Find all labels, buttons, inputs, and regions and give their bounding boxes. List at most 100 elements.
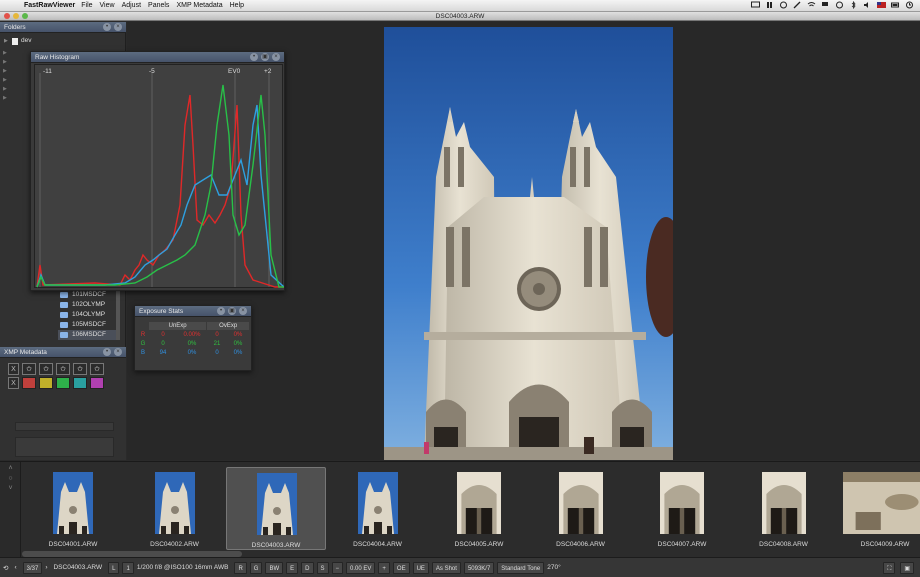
folder-row-selected[interactable]: 106MSDCF: [58, 330, 120, 340]
star-4-button[interactable]: ✩: [73, 363, 87, 375]
underexposure-button[interactable]: UE: [412, 561, 429, 574]
panel-close-icon[interactable]: ×: [272, 53, 280, 61]
star-5-button[interactable]: ✩: [90, 363, 104, 375]
xmp-title-field[interactable]: [15, 422, 114, 431]
menu-view[interactable]: View: [100, 2, 115, 9]
ev-minus-button[interactable]: −: [331, 561, 344, 574]
rotation-value[interactable]: 270°: [547, 564, 560, 571]
green-channel-button[interactable]: G: [249, 561, 263, 574]
panel-close-icon[interactable]: ×: [114, 348, 122, 356]
sync-icon[interactable]: [779, 1, 788, 9]
expand-triangle-icon[interactable]: ▶: [3, 50, 13, 59]
color-label-red[interactable]: [22, 377, 36, 389]
filmstrip-thumbnail[interactable]: DSC04006.ARW: [531, 467, 631, 550]
color-label-yellow[interactable]: [39, 377, 53, 389]
expand-triangle-icon[interactable]: ▶: [3, 95, 13, 104]
ev-value[interactable]: 0.00 EV: [346, 561, 376, 574]
panel-close-icon[interactable]: ×: [114, 23, 122, 31]
filmstrip-thumbnail[interactable]: DSC04005.ARW: [429, 467, 529, 550]
star-1-button[interactable]: ✩: [22, 363, 36, 375]
bluetooth-icon[interactable]: [849, 1, 858, 9]
reject-button[interactable]: X: [8, 363, 19, 375]
panel-float-icon[interactable]: ▣: [261, 53, 269, 61]
menu-panels[interactable]: Panels: [148, 2, 169, 9]
ev-plus-button[interactable]: +: [378, 561, 390, 574]
panel-options-icon[interactable]: •: [250, 53, 258, 61]
wb-value[interactable]: 5093K/7: [463, 561, 495, 574]
folder-row[interactable]: 104OLYMP: [58, 310, 120, 320]
exposure-stats-panel[interactable]: Exposure Stats • ▣ × UnExp OvExp R 0 0.0…: [134, 305, 252, 371]
overexposure-button[interactable]: OE: [392, 561, 410, 574]
expand-triangle-icon[interactable]: ▶: [3, 59, 13, 68]
tone-curve-select[interactable]: Standard Tone: [497, 561, 545, 574]
panel-float-icon[interactable]: ▣: [228, 307, 236, 315]
pause-icon[interactable]: [765, 1, 774, 9]
filmstrip-thumbnail[interactable]: DSC04002.ARW: [125, 467, 225, 550]
e-button[interactable]: E: [286, 561, 299, 574]
menu-adjust[interactable]: Adjust: [122, 2, 141, 9]
white-balance-select[interactable]: As Shot: [431, 561, 461, 574]
filmstrip-thumbnail[interactable]: DSC04003.ARW: [226, 467, 326, 550]
main-photo[interactable]: [384, 27, 673, 460]
filmstrip-thumbnail[interactable]: DSC04001.ARW: [23, 467, 123, 550]
layout-icon[interactable]: ▣: [900, 562, 914, 574]
folder-row-root[interactable]: ▶ dev: [4, 36, 122, 46]
color-label-teal[interactable]: [73, 377, 87, 389]
raw-histogram-panel[interactable]: Raw Histogram • ▣ × -11 -5 EV0 +2: [30, 51, 285, 291]
filmstrip-toggle-icon[interactable]: ○: [0, 475, 21, 482]
language-flag-icon[interactable]: [877, 1, 886, 9]
volume-icon[interactable]: [863, 1, 872, 9]
rotate-left-icon[interactable]: ⟲: [3, 564, 8, 572]
channel-button-2[interactable]: 1: [122, 561, 134, 574]
clock-time-icon[interactable]: [905, 1, 914, 9]
menu-help[interactable]: Help: [230, 2, 244, 9]
panel-options-icon[interactable]: •: [103, 348, 111, 356]
folder-row[interactable]: 102OLYMP: [58, 300, 120, 310]
exposure-stats-header[interactable]: Exposure Stats • ▣ ×: [135, 306, 251, 317]
menu-file[interactable]: File: [81, 2, 92, 9]
filmstrip-collapse-icon[interactable]: ˄: [0, 465, 21, 472]
folder-row[interactable]: 101MSDCF: [58, 290, 120, 300]
expand-triangle-icon[interactable]: ▶: [4, 36, 12, 46]
star-3-button[interactable]: ✩: [56, 363, 70, 375]
histogram-panel-header[interactable]: Raw Histogram • ▣ ×: [31, 52, 284, 63]
prev-image-button[interactable]: ‹: [14, 564, 16, 571]
wifi-icon[interactable]: [807, 1, 816, 9]
bw-button[interactable]: BW: [265, 561, 284, 574]
pen-icon[interactable]: [793, 1, 802, 9]
s-button[interactable]: S: [316, 561, 329, 574]
xmp-description-field[interactable]: [15, 437, 114, 457]
next-image-button[interactable]: ›: [45, 564, 47, 571]
folder-row[interactable]: 105MSDCF: [58, 320, 120, 330]
star-2-button[interactable]: ✩: [39, 363, 53, 375]
ev-label-mid: -5: [149, 68, 155, 75]
flag-icon[interactable]: [821, 1, 830, 9]
panel-options-icon[interactable]: •: [103, 23, 111, 31]
filmstrip-thumbnail[interactable]: DSC04009.ARW: [835, 467, 920, 550]
folders-scrollbar[interactable]: [116, 290, 120, 340]
image-counter[interactable]: 3/37: [22, 561, 43, 574]
display-icon[interactable]: [751, 1, 760, 9]
panel-options-icon[interactable]: •: [217, 307, 225, 315]
color-label-green[interactable]: [56, 377, 70, 389]
channel-button-1[interactable]: L: [108, 561, 120, 574]
folders-panel-header[interactable]: Folders • ×: [0, 22, 126, 33]
fullscreen-icon[interactable]: ⛶: [883, 562, 896, 574]
expand-triangle-icon[interactable]: ▶: [3, 68, 13, 77]
clear-label-button[interactable]: X: [8, 377, 19, 389]
filmstrip-thumbnail[interactable]: DSC04007.ARW: [632, 467, 732, 550]
expand-triangle-icon[interactable]: ▶: [3, 86, 13, 95]
expand-triangle-icon[interactable]: ▶: [3, 77, 13, 86]
d-button[interactable]: D: [301, 561, 314, 574]
panel-close-icon[interactable]: ×: [239, 307, 247, 315]
app-name-menu[interactable]: FastRawViewer: [24, 2, 75, 9]
red-channel-button[interactable]: R: [234, 561, 247, 574]
menu-xmp-metadata[interactable]: XMP Metadata: [176, 2, 222, 9]
xmp-panel-header[interactable]: XMP Metadata • ×: [0, 347, 126, 358]
filmstrip-thumbnail[interactable]: DSC04008.ARW: [734, 467, 834, 550]
color-label-purple[interactable]: [90, 377, 104, 389]
battery-icon[interactable]: [891, 1, 900, 9]
filmstrip-expand-icon[interactable]: ˅: [0, 485, 21, 492]
filmstrip-thumbnail[interactable]: DSC04004.ARW: [328, 467, 428, 550]
clock-icon[interactable]: [835, 1, 844, 9]
